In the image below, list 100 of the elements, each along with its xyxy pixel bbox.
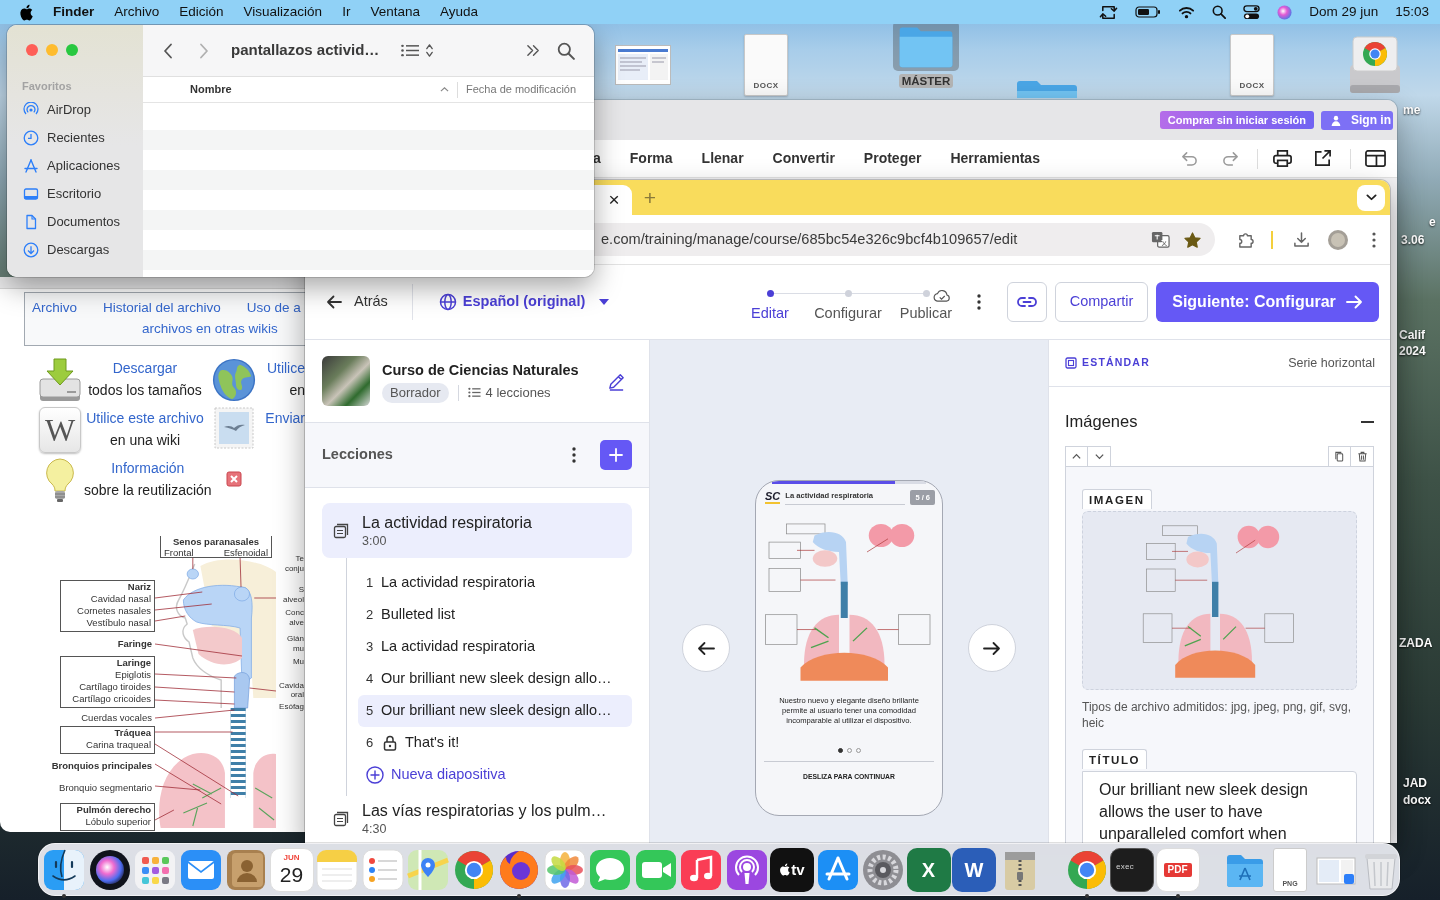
menu-item[interactable]: Finder [53, 1, 95, 23]
menu-tab[interactable]: Convertir [772, 148, 835, 169]
envelope-icon[interactable] [178, 847, 223, 892]
speech-bubble-icon[interactable] [588, 847, 632, 892]
list-view-icon[interactable] [401, 44, 420, 57]
sidebar-item[interactable]: Escritorio [7, 180, 143, 208]
puzzle-piece-icon[interactable] [1237, 231, 1254, 248]
tv-app-icon[interactable]: tv [770, 847, 814, 892]
menu-bar-clock[interactable]: 15:03 [1395, 1, 1429, 23]
orb-icon[interactable] [87, 847, 132, 892]
menu-item[interactable]: Archivo [114, 1, 160, 23]
crossed-sticks-icon[interactable] [815, 847, 860, 892]
close-tab-button[interactable]: × [605, 191, 623, 209]
kebab-menu-icon[interactable] [1372, 231, 1376, 248]
apple-menu-icon[interactable] [19, 3, 33, 21]
title-field[interactable]: Our brilliant new sleek design allows the user to have unparalleled comfort when [1082, 771, 1357, 843]
screenshot-thumbnail-icon[interactable] [615, 45, 671, 85]
video-camera-icon[interactable] [633, 847, 678, 892]
kebab-menu-icon[interactable] [977, 294, 981, 310]
wiki-link[interactable]: Descargar [84, 357, 206, 379]
text-document-icon[interactable]: W [952, 847, 996, 892]
gear-icon[interactable] [861, 847, 905, 892]
sidebar-item[interactable]: Aplicaciones [7, 152, 143, 180]
sync-arrows-icon[interactable] [1099, 3, 1119, 21]
lesson-item[interactable]: La actividad respiratoria 3:00 [322, 503, 632, 558]
bookmark-star-icon[interactable] [1184, 231, 1201, 248]
wiki-link[interactable]: Utilice [258, 357, 305, 379]
previous-slide-button[interactable] [682, 624, 730, 672]
search-icon[interactable] [557, 41, 575, 60]
move-up-button[interactable] [1065, 446, 1088, 466]
broadcast-icon[interactable] [724, 847, 769, 892]
page-dot-icon[interactable] [837, 748, 843, 754]
language-selector[interactable]: Español (original) [438, 291, 610, 313]
tab-search-button[interactable] [1357, 184, 1385, 211]
wiki-link[interactable]: Enviar [258, 407, 305, 429]
desktop-icon-label[interactable]: ZADA [1399, 636, 1433, 650]
redo-icon[interactable] [1222, 151, 1239, 166]
pencil-icon[interactable] [607, 371, 626, 391]
avatar-icon[interactable] [1328, 229, 1348, 250]
undo-icon[interactable] [1181, 151, 1198, 166]
wiki-link[interactable]: Información [84, 457, 212, 479]
menu-bar-date[interactable]: Dom 29 jun [1309, 1, 1379, 23]
wifi-icon[interactable] [1178, 5, 1196, 19]
nav-link[interactable]: Archivo [32, 297, 77, 318]
next-button[interactable]: Siguiente: Configurar [1156, 282, 1379, 322]
menu-item[interactable]: Ventana [370, 1, 420, 23]
menu-tab[interactable]: Proteger [863, 148, 922, 169]
kebab-menu-icon[interactable] [572, 447, 576, 463]
desktop-icon-label[interactable]: Calif [1399, 328, 1425, 342]
step-tab[interactable]: Editar [731, 290, 809, 322]
lesson-item[interactable]: Las vías respiratorias y los pulm… 4:30 [322, 796, 632, 842]
menu-tab[interactable]: Llenar [701, 148, 744, 169]
layout-icon[interactable] [1365, 150, 1386, 167]
delete-button[interactable] [1351, 446, 1374, 466]
slide-item[interactable]: 2 Bulleted list [358, 599, 632, 631]
menu-item[interactable]: Ir [342, 1, 351, 23]
search-icon[interactable] [1212, 5, 1227, 19]
desktop-icon-label[interactable]: JAD [1403, 776, 1427, 790]
calendar-icon[interactable]: JUN 29 [269, 847, 314, 892]
music-note-icon[interactable] [679, 847, 723, 892]
nav-link[interactable]: Historial del archivo [103, 297, 221, 318]
share-button[interactable]: Compartir [1055, 282, 1148, 322]
column-heading[interactable]: Nombre [190, 81, 232, 98]
close-button[interactable] [26, 44, 38, 56]
flower-icon[interactable] [542, 847, 587, 892]
sidebar-item[interactable]: Recientes [7, 124, 143, 152]
document-icon[interactable]: DOCX [1230, 34, 1274, 96]
move-down-button[interactable] [1088, 446, 1111, 466]
menu-item[interactable]: Visualización [243, 1, 323, 23]
double-chevron-icon[interactable] [526, 44, 541, 57]
map-icon[interactable] [406, 847, 450, 892]
battery-icon[interactable] [1135, 6, 1162, 18]
column-heading[interactable]: Fecha de modificación [466, 81, 594, 98]
add-lesson-button[interactable] [600, 440, 632, 470]
back-chevron-icon[interactable] [163, 42, 173, 59]
slide-item[interactable]: 6 That's it! [358, 727, 632, 759]
wiki-link[interactable]: Utilice este archivo [84, 407, 206, 429]
pdf-document-icon[interactable]: PDF [1155, 847, 1200, 892]
sidebar-item[interactable]: Descargas [7, 236, 143, 264]
menu-tab[interactable]: Herramientas [950, 148, 1040, 169]
slide-item[interactable]: 1 La actividad respiratoria [358, 567, 632, 599]
sign-in-button[interactable]: Sign in [1321, 110, 1393, 130]
sidebar-item[interactable]: Documentos [7, 208, 143, 236]
smiling-face-icon[interactable] [42, 847, 86, 892]
slide-item[interactable]: 4 Our brilliant new sleek design allo… [358, 663, 632, 695]
folder-label[interactable]: MÁSTER [898, 74, 954, 88]
next-slide-button[interactable] [968, 624, 1016, 672]
nav-link[interactable]: archivos en otras wikis [142, 318, 278, 339]
nav-link[interactable]: Uso de a [246, 297, 301, 318]
app-grid-icon[interactable] [133, 847, 177, 892]
toggle-switches-icon[interactable] [1243, 4, 1261, 20]
new-slide-button[interactable]: Nueva diapositiva [358, 759, 632, 791]
collapse-minus-icon[interactable] [1361, 420, 1374, 423]
x-mark-icon[interactable] [226, 471, 242, 487]
printer-icon[interactable] [1272, 149, 1293, 168]
desktop-icon-label[interactable]: 2024 [1399, 344, 1426, 358]
sort-updown-icon[interactable] [425, 43, 435, 58]
copy-link-button[interactable] [1007, 282, 1047, 322]
menu-tab[interactable]: a [593, 148, 601, 169]
document-icon[interactable]: DOCX [744, 34, 788, 96]
